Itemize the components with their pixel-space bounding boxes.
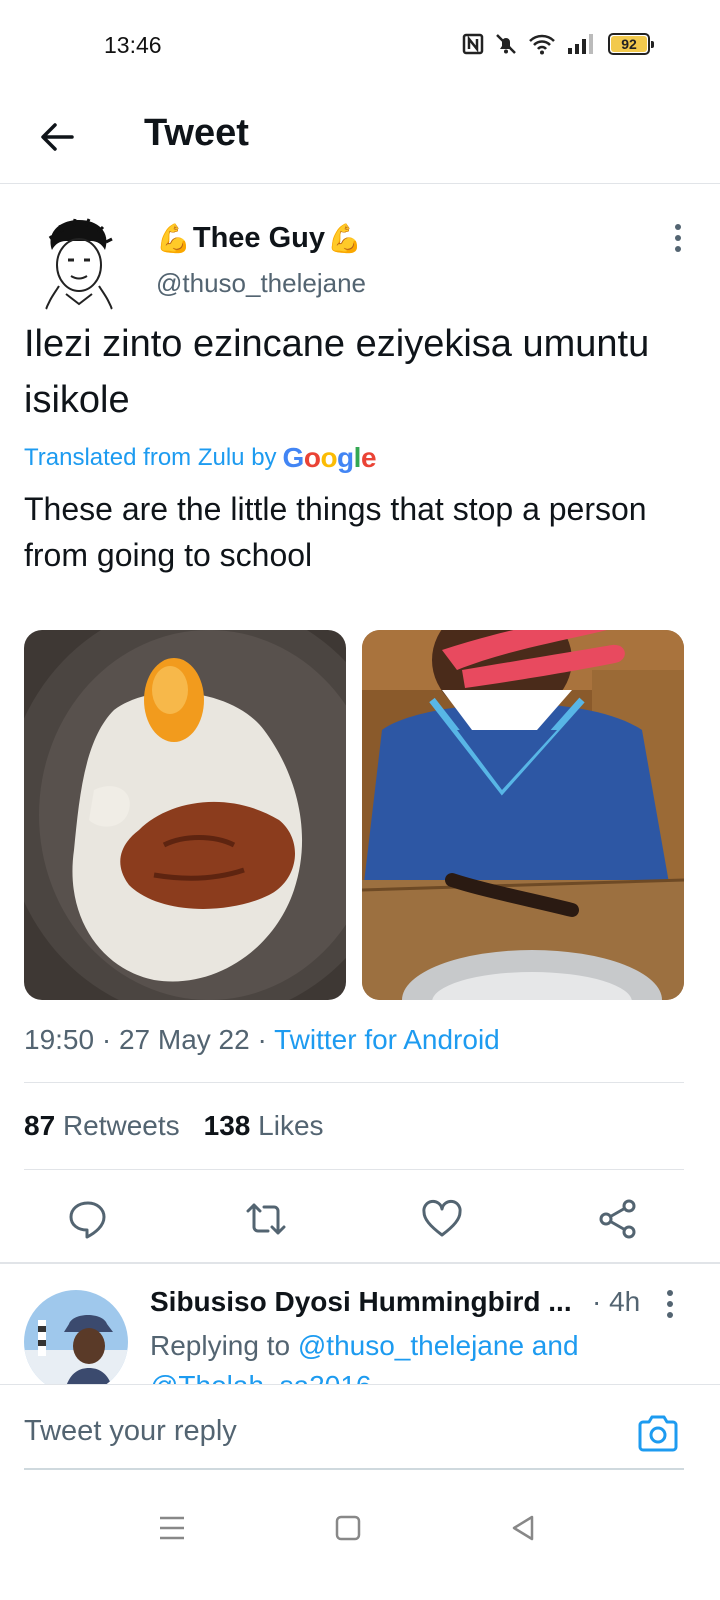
translation-label: Translated from Zulu by	[24, 444, 277, 471]
reply-time: · 4h	[592, 1286, 641, 1317]
tweet-actions	[0, 1189, 720, 1249]
retweet-icon	[246, 1203, 286, 1235]
google-logo: Google	[282, 442, 377, 474]
tweet-text: Ilezi zinto ezincane eziyekisa umuntu is…	[24, 323, 650, 421]
tweet-meta: 19:50 · 27 May 22 · Twitter for Android	[24, 1024, 500, 1056]
home-button[interactable]	[332, 1512, 364, 1544]
retweet-button[interactable]	[244, 1197, 288, 1241]
likes-count: 138	[203, 1110, 251, 1141]
battery-icon: 92	[608, 33, 654, 55]
status-icons: 92	[462, 32, 654, 56]
system-navigation-bar	[0, 1476, 720, 1600]
likes-label: Likes	[258, 1110, 324, 1141]
tweet-timestamp: 19:50 · 27 May 22 ·	[24, 1024, 275, 1055]
back-nav-button[interactable]	[508, 1512, 540, 1544]
divider	[24, 1169, 684, 1170]
media-image-student[interactable]	[362, 630, 684, 1000]
composer-underline	[24, 1468, 684, 1470]
author-name-text: Thee Guy	[192, 222, 326, 254]
more-options-button[interactable]	[668, 224, 688, 264]
heart-icon	[422, 1199, 462, 1237]
retweets-stat[interactable]: 87 Retweets	[24, 1110, 180, 1142]
reply-input[interactable]: Tweet your reply	[24, 1415, 237, 1448]
menu-icon	[160, 1516, 184, 1540]
retweets-label: Retweets	[62, 1110, 180, 1141]
back-button[interactable]	[34, 114, 80, 160]
camera-button[interactable]	[636, 1413, 680, 1453]
recent-apps-button[interactable]	[156, 1512, 188, 1544]
media-image-food-plate[interactable]	[24, 630, 346, 1000]
app-header: Tweet	[0, 92, 720, 184]
google-logo-o2: o	[320, 442, 338, 473]
reply-icon	[69, 1201, 106, 1239]
page-title: Tweet	[144, 112, 249, 154]
reply-author-name[interactable]: Sibusiso Dyosi Hummingbird ...	[150, 1286, 572, 1318]
google-logo-e: e	[360, 442, 377, 473]
google-logo-o1: o	[303, 442, 321, 473]
replying-prefix: Replying to	[150, 1330, 298, 1361]
replying-to: Replying to @thuso_thelejane and @Tholah…	[150, 1326, 610, 1384]
home-square-icon	[335, 1515, 361, 1541]
mute-icon	[496, 34, 516, 54]
flexed-bicep-emoji-icon: 💪	[156, 223, 191, 254]
translated-text: These are the little things that stop a …	[24, 491, 647, 573]
back-arrow-icon	[41, 123, 74, 151]
likes-stat[interactable]: 138 Likes	[204, 1110, 324, 1142]
google-logo-g: G	[282, 442, 305, 473]
battery-level: 92	[621, 36, 637, 52]
back-triangle-icon	[512, 1515, 534, 1541]
reply-tweet[interactable]: Sibusiso Dyosi Hummingbird ... · 4h Repl…	[0, 1264, 720, 1384]
reply-button[interactable]	[66, 1197, 110, 1241]
reply-composer: Tweet your reply	[0, 1384, 720, 1476]
status-time: 13:46	[104, 32, 162, 58]
signal-icon	[568, 34, 593, 54]
nfc-icon	[462, 33, 484, 55]
wifi-icon	[529, 34, 555, 55]
tweet-stats: 87 Retweets 138 Likes	[24, 1110, 324, 1142]
camera-icon	[638, 1415, 678, 1452]
like-button[interactable]	[420, 1197, 464, 1241]
reply-more-options-button[interactable]	[664, 1290, 676, 1330]
author-handle[interactable]: @thuso_thelejane	[156, 268, 366, 299]
retweets-count: 87	[24, 1110, 56, 1141]
share-icon	[599, 1199, 636, 1239]
status-bar: 13:46 92	[0, 0, 720, 92]
flexed-bicep-emoji-icon: 💪	[327, 223, 362, 254]
tweet-source-link[interactable]: Twitter for Android	[274, 1024, 500, 1055]
divider	[24, 1082, 684, 1083]
google-logo-l: l	[353, 442, 362, 473]
translation-attribution[interactable]: Translated from Zulu by Google	[24, 442, 377, 474]
google-logo-g2: g	[337, 442, 354, 473]
share-button[interactable]	[596, 1197, 640, 1241]
author-avatar[interactable]	[24, 210, 134, 320]
tweet-media	[24, 630, 684, 1000]
reply-author-avatar[interactable]	[24, 1290, 128, 1384]
author-name[interactable]: 💪 Thee Guy 💪	[156, 222, 362, 255]
